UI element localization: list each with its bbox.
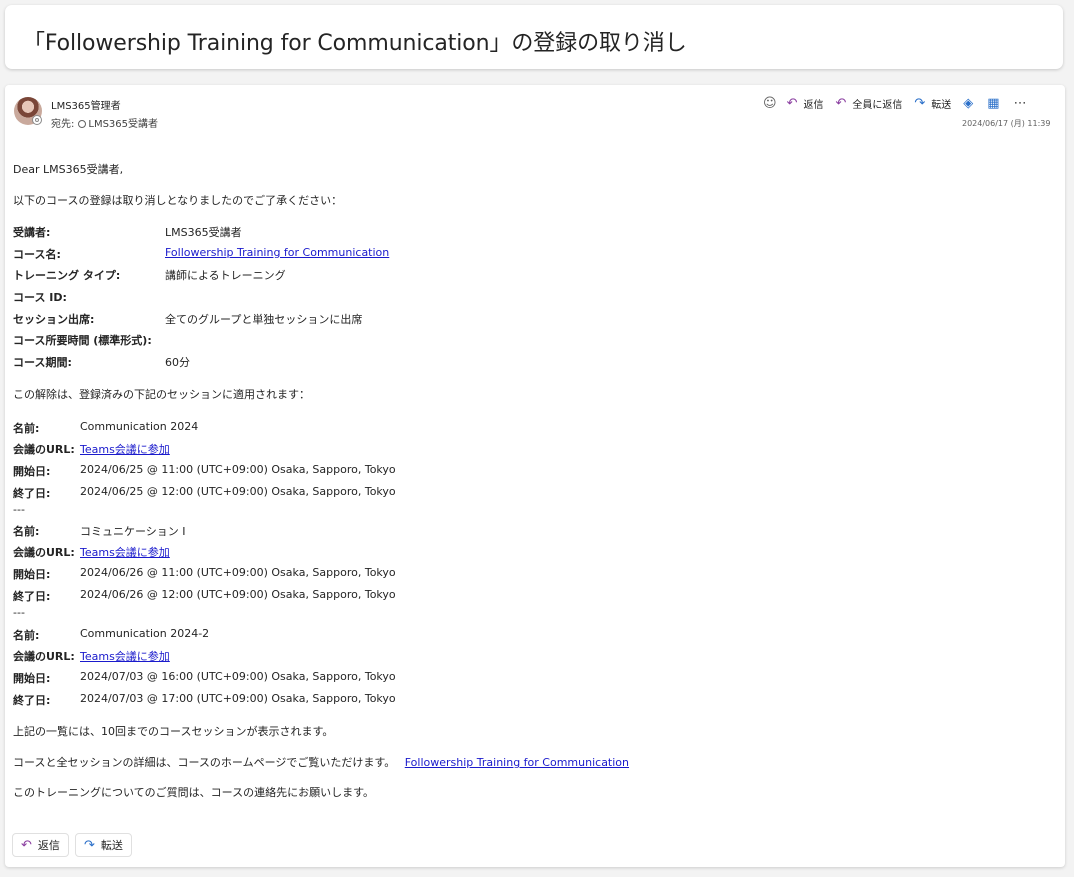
footer-forward-button[interactable]: ↷ 転送 bbox=[75, 833, 132, 857]
session-url-label: 会議のURL: bbox=[13, 650, 75, 663]
session-separator: --- bbox=[13, 606, 25, 619]
reply-icon: ↶ bbox=[786, 95, 798, 111]
teams-join-link[interactable]: Teams会議に参加 bbox=[80, 544, 170, 560]
session-end-label: 終了日: bbox=[13, 487, 51, 500]
session-start: 2024/06/25 @ 11:00 (UTC+09:00) Osaka, Sa… bbox=[80, 463, 396, 476]
reply-all-icon: ↶ bbox=[835, 95, 847, 111]
details-text: コースと全セッションの詳細は、コースのホームページでご覧いただけます。 bbox=[13, 756, 396, 769]
sessions-intro: この解除は、登録済みの下記のセッションに適用されます： bbox=[13, 388, 310, 401]
detail-label: 受講者: bbox=[13, 226, 51, 239]
session-end: 2024/07/03 @ 17:00 (UTC+09:00) Osaka, Sa… bbox=[80, 692, 396, 705]
session-start-label: 開始日: bbox=[13, 465, 51, 478]
session-start-label: 開始日: bbox=[13, 672, 51, 685]
session-separator: --- bbox=[13, 503, 25, 516]
session-url-label: 会議のURL: bbox=[13, 546, 75, 559]
session-end: 2024/06/26 @ 12:00 (UTC+09:00) Osaka, Sa… bbox=[80, 588, 396, 601]
recipient-line: 宛先: LMS365受講者 bbox=[51, 115, 158, 130]
session-name-label: 名前: bbox=[13, 629, 40, 642]
recipient-icon bbox=[78, 120, 87, 128]
forward-button[interactable]: ↷ 転送 bbox=[914, 96, 951, 111]
email-subject: 「Followership Training for Communication… bbox=[23, 31, 687, 56]
detail-label: コース ID: bbox=[13, 291, 67, 304]
message-card: LMS365管理者 宛先: LMS365受講者 ☺ ↶ 返信 ↶ 全員に返信 ↷ … bbox=[5, 85, 1065, 867]
session-end-label: 終了日: bbox=[13, 694, 51, 707]
detail-value: LMS365受講者 bbox=[165, 226, 242, 239]
detail-label: コース名: bbox=[13, 248, 61, 261]
more-actions-button[interactable]: ⋯ bbox=[1014, 97, 1027, 110]
reply-button[interactable]: ↶ 返信 bbox=[787, 96, 824, 111]
session-start-label: 開始日: bbox=[13, 568, 51, 581]
emoji-reaction-button[interactable]: ☺ bbox=[763, 97, 777, 110]
teams-join-link[interactable]: Teams会議に参加 bbox=[80, 648, 170, 664]
details-line: コースと全セッションの詳細は、コースのホームページでご覧いただけます。 Foll… bbox=[13, 754, 629, 770]
smiley-icon: ☺ bbox=[763, 95, 777, 111]
subject-card: 「Followership Training for Communication… bbox=[5, 5, 1063, 69]
session-name-label: 名前: bbox=[13, 525, 40, 538]
footer-reply-label: 返信 bbox=[37, 839, 60, 852]
sender-name[interactable]: LMS365管理者 bbox=[51, 97, 121, 112]
course-name-link[interactable]: Followership Training for Communication bbox=[165, 246, 389, 259]
detail-label: コース所要時間 (標準形式): bbox=[13, 334, 152, 347]
contact-text: このトレーニングについてのご質問は、コースの連絡先にお願いします。 bbox=[13, 786, 375, 799]
recipient-name[interactable]: LMS365受講者 bbox=[88, 119, 158, 130]
sessions-note: 上記の一覧には、10回までのコースセッションが表示されます。 bbox=[13, 725, 334, 738]
detail-value: 全てのグループと単独セッションに出席 bbox=[165, 313, 363, 326]
teams-icon: ◈ bbox=[963, 95, 974, 111]
to-label: 宛先: bbox=[51, 119, 75, 130]
footer-reply-button[interactable]: ↶ 返信 bbox=[12, 833, 69, 857]
sent-date: 2024/06/17 (月) 11:39 bbox=[962, 119, 1051, 128]
forward-icon: ↷ bbox=[84, 837, 95, 853]
intro-text: 以下のコースの登録は取り消しとなりましたのでご了承ください： bbox=[13, 194, 343, 207]
detail-label: コース期間: bbox=[13, 356, 72, 369]
reply-icon: ↶ bbox=[21, 837, 32, 853]
session-start: 2024/07/03 @ 16:00 (UTC+09:00) Osaka, Sa… bbox=[80, 670, 396, 683]
session-url-label: 会議のURL: bbox=[13, 443, 75, 456]
teams-join-link[interactable]: Teams会議に参加 bbox=[80, 441, 170, 457]
reply-label: 返信 bbox=[803, 99, 824, 111]
detail-value: 60分 bbox=[165, 356, 190, 369]
forward-icon: ↷ bbox=[914, 95, 926, 111]
session-name: Communication 2024 bbox=[80, 420, 199, 433]
teams-button[interactable]: ◈ bbox=[963, 97, 973, 110]
session-name: Communication 2024-2 bbox=[80, 627, 210, 640]
session-start: 2024/06/26 @ 11:00 (UTC+09:00) Osaka, Sa… bbox=[80, 566, 396, 579]
reply-all-label: 全員に返信 bbox=[852, 99, 903, 111]
immersive-reader-icon: ▦ bbox=[987, 95, 1000, 111]
session-name-label: 名前: bbox=[13, 422, 40, 435]
session-name: コミュニケーション I bbox=[80, 525, 186, 538]
detail-value: 講師によるトレーニング bbox=[165, 269, 286, 282]
session-end-label: 終了日: bbox=[13, 590, 51, 603]
presence-status-icon bbox=[32, 115, 42, 125]
reply-all-button[interactable]: ↶ 全員に返信 bbox=[835, 96, 902, 111]
message-toolbar: ☺ ↶ 返信 ↶ 全員に返信 ↷ 転送 ◈ ▦ ⋯ bbox=[763, 94, 1027, 112]
greeting: Dear LMS365受講者, bbox=[13, 163, 124, 176]
immersive-reader-button[interactable]: ▦ bbox=[987, 97, 999, 110]
more-icon: ⋯ bbox=[1013, 95, 1027, 111]
session-end: 2024/06/25 @ 12:00 (UTC+09:00) Osaka, Sa… bbox=[80, 485, 396, 498]
detail-label: セッション出席: bbox=[13, 313, 95, 326]
forward-label: 転送 bbox=[931, 99, 952, 111]
course-homepage-link[interactable]: Followership Training for Communication bbox=[405, 756, 629, 769]
footer-forward-label: 転送 bbox=[100, 839, 123, 852]
detail-label: トレーニング タイプ: bbox=[13, 269, 121, 282]
